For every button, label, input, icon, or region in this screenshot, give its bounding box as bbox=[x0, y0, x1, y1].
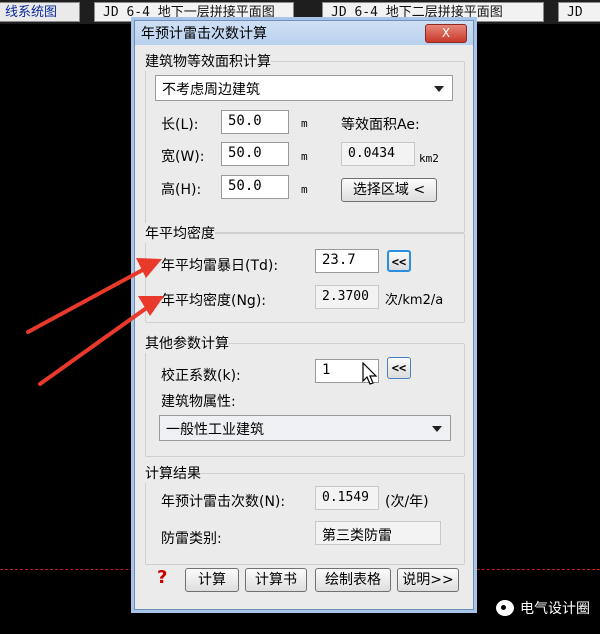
annotation-arrows bbox=[26, 258, 164, 386]
annotation-arrow-ng-icon bbox=[38, 296, 164, 386]
annotation-arrow-td-icon bbox=[26, 258, 162, 334]
